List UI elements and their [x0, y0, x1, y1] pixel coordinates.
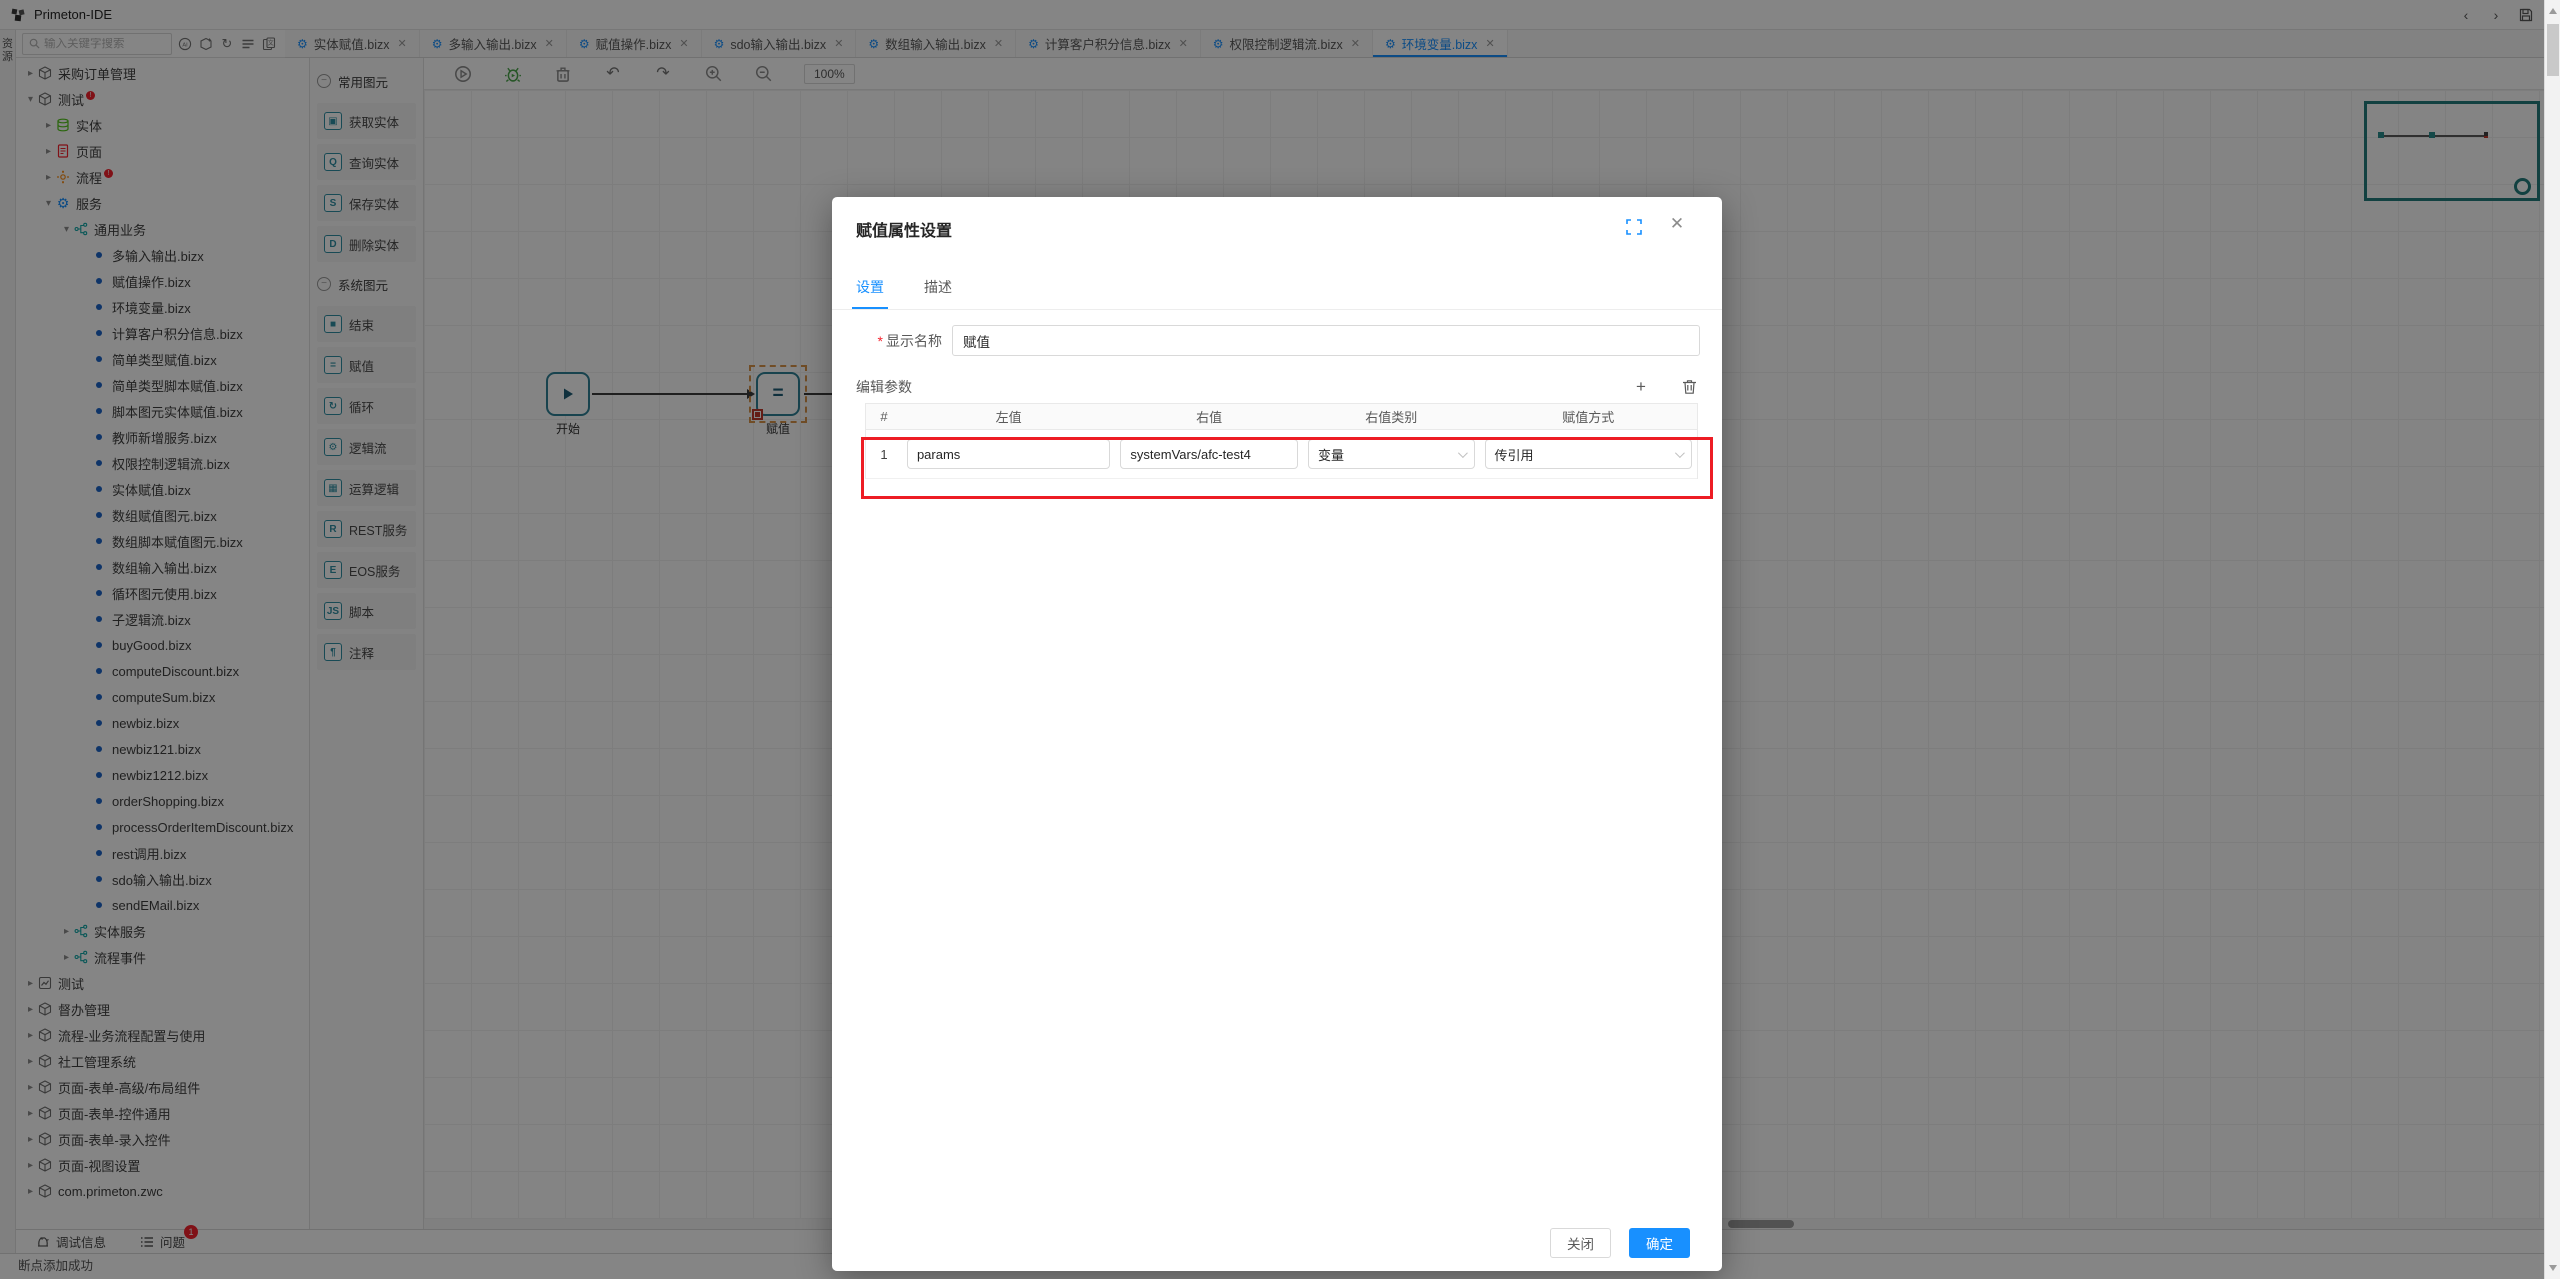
- dialog-tabs-divider: [832, 309, 1722, 310]
- right-value-input[interactable]: [1120, 439, 1298, 469]
- close-button[interactable]: 关闭: [1550, 1228, 1611, 1258]
- edit-params-title: 编辑参数: [856, 377, 912, 397]
- row-index: 1: [866, 430, 902, 478]
- edit-params-header: 编辑参数 +: [856, 377, 1698, 397]
- vscroll-thumb[interactable]: [2547, 24, 2559, 76]
- params-table-row: 1 变量 传引用: [866, 430, 1697, 479]
- display-name-input[interactable]: [952, 325, 1700, 356]
- chevron-down-icon: [1458, 448, 1468, 458]
- primeton-ide-window: Primeton-IDE ‹ › 资源 AI↻文 ⚙ 实体赋值.bizx ✕ ⚙…: [0, 0, 2560, 1279]
- params-table-header: #左值右值右值类别赋值方式: [866, 404, 1697, 430]
- dialog-title: 赋值属性设置: [856, 217, 952, 241]
- browser-vertical-scrollbar[interactable]: [2544, 0, 2560, 1279]
- dialog-tabs: 设置 描述: [856, 277, 952, 309]
- left-value-input[interactable]: [907, 439, 1110, 469]
- required-asterisk: *: [878, 333, 883, 349]
- assign-properties-dialog: 赋值属性设置 ✕ 设置 描述 *显示名称 编辑参数 + #左值右值右值类别赋值方式…: [832, 197, 1722, 1271]
- column-header: 右值: [1115, 404, 1303, 429]
- dialog-tab-0[interactable]: 设置: [856, 277, 884, 309]
- display-name-label: *显示名称: [832, 331, 942, 351]
- delete-row-icon[interactable]: [1680, 378, 1698, 396]
- ok-button[interactable]: 确定: [1629, 1228, 1690, 1258]
- fullscreen-icon[interactable]: [1626, 219, 1642, 235]
- column-header: 左值: [902, 404, 1115, 429]
- column-header: #: [866, 404, 902, 429]
- right-type-select[interactable]: 变量: [1308, 439, 1475, 469]
- add-row-icon[interactable]: +: [1632, 378, 1650, 396]
- dialog-footer: 关闭 确定: [832, 1215, 1722, 1271]
- close-icon[interactable]: ✕: [1666, 213, 1688, 235]
- scroll-up-icon[interactable]: [2549, 8, 2557, 14]
- chevron-down-icon: [1675, 448, 1685, 458]
- scroll-down-icon[interactable]: [2549, 1265, 2557, 1271]
- column-header: 赋值方式: [1480, 404, 1697, 429]
- column-header: 右值类别: [1303, 404, 1480, 429]
- params-table: #左值右值右值类别赋值方式 1 变量 传引用: [865, 403, 1698, 479]
- dialog-tab-1[interactable]: 描述: [924, 277, 952, 309]
- assign-mode-select[interactable]: 传引用: [1485, 439, 1692, 469]
- display-name-row: *显示名称: [832, 325, 1722, 357]
